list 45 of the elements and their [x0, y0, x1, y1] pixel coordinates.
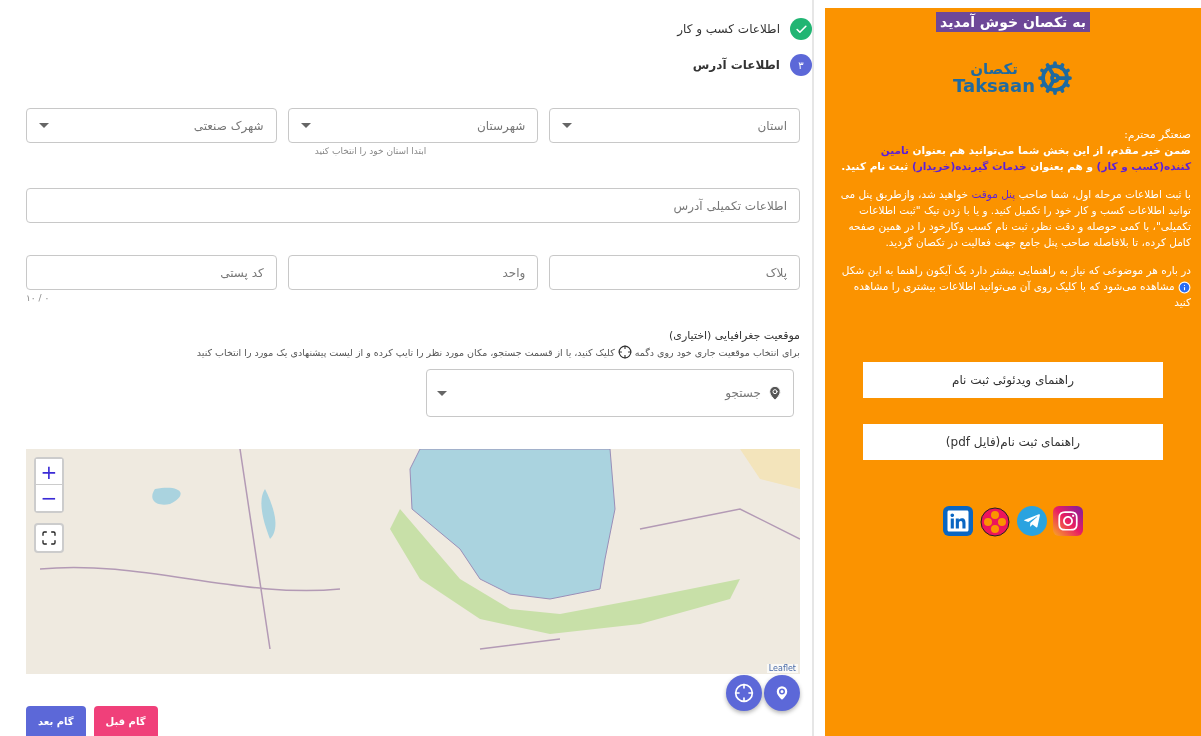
search-field[interactable]: جستجو	[426, 369, 794, 417]
gear-icon	[1036, 60, 1073, 96]
telegram-icon[interactable]	[1017, 506, 1047, 536]
previous-step-button[interactable]: گام قبل	[93, 706, 158, 736]
fullscreen-icon	[41, 530, 57, 546]
caret-icon	[300, 123, 311, 128]
section-title: موقعیت جغرافیایی (اختیاری)	[668, 329, 800, 342]
locate-icon	[617, 345, 632, 359]
guide-button[interactable]: راهنمای ویدئوئی ثبت نام	[863, 362, 1163, 398]
logo-text: تکصان	[970, 61, 1018, 77]
intro-paragraph: با ثبت اطلاعات مرحله اول، شما صاحب پنل موقت خواهید شد، وازطریق پنل می توانید اطلاعات کسب و کار خود را تکمیل کنید. و یا با زدن تیک "ثبت اطلاعات تکمیلی"، با کمی حوصله و دقت نظر، ثبت نام کسب وکارخود را در همین صفحه کامل کرده، تا بلافاصله صاحب پنل جامع جهت فعالیت در تکصان گردید.	[839, 187, 1191, 250]
step-label: اطلاعات کسب و کار	[677, 22, 780, 36]
intro-paragraph: صنعتگر محترم:	[1123, 127, 1191, 142]
welcome-title: به تکصان خوش آمدید	[936, 12, 1090, 32]
fullscreen-button[interactable]	[34, 523, 64, 553]
input-field[interactable]: پلاک	[549, 255, 800, 290]
logo-text: Taksaan	[953, 76, 1035, 95]
intro-paragraph: ضمن خیر مقدم، از این بخش شما می‌توانید هم بعنوان تامین کننده(کسب و کار) و هم بعنوان خدمات گیرنده(خریدار) ثبت نام کنید.	[840, 143, 1191, 174]
input-field[interactable]: کد پستی	[26, 255, 277, 290]
film-reel-icon[interactable]	[979, 506, 1011, 538]
input-field[interactable]: واحد	[287, 255, 539, 290]
instagram-icon[interactable]	[1053, 506, 1083, 536]
caret-icon	[562, 123, 573, 128]
select-field[interactable]: شهرستان	[287, 108, 539, 143]
help-text: برای انتخاب موقعیت جاری خود روی دگمه کلیک کنید، یا از قسمت جستجو، مکان مورد نظر را تایپ کرده و از لیست پیشنهادی یک مورد را انتخاب کنید	[195, 345, 800, 359]
input-field[interactable]: اطلاعات تکمیلی آدرس	[26, 188, 800, 223]
step-label: اطلاعات آدرس	[692, 58, 780, 72]
map-pin-icon	[767, 385, 783, 401]
caret-icon	[437, 390, 447, 396]
step-number: ۳	[790, 54, 812, 76]
zoom-in-button[interactable]: +	[36, 459, 62, 485]
help-button[interactable]	[764, 675, 800, 711]
select-field[interactable]: شهرک صنعتی	[26, 108, 277, 143]
field-hint: ابتدا استان خود را انتخاب کنید	[313, 146, 428, 156]
select-field[interactable]: استان	[549, 108, 800, 143]
locate-icon	[734, 683, 754, 703]
character-counter: ۱۰ / ۰	[26, 293, 50, 303]
next-step-button[interactable]: گام بعد	[26, 706, 86, 736]
guide-button[interactable]: راهنمای ثبت نام(فایل pdf)	[863, 424, 1163, 460]
intro-paragraph: در باره هر موضوعی که نیاز به راهنمایی بیشتر دارد یک آیکون راهنما به این شکل مشاهده می‌شود که با کلیک روی آن می‌توانید اطلاعات بیشتری را مشاهده کنید	[840, 263, 1191, 310]
caret-icon	[39, 123, 49, 128]
map-pin-icon	[773, 684, 791, 702]
linkedin-icon[interactable]	[943, 506, 973, 536]
map-attribution[interactable]: Leaflet	[766, 664, 798, 673]
locate-button[interactable]	[726, 675, 762, 711]
